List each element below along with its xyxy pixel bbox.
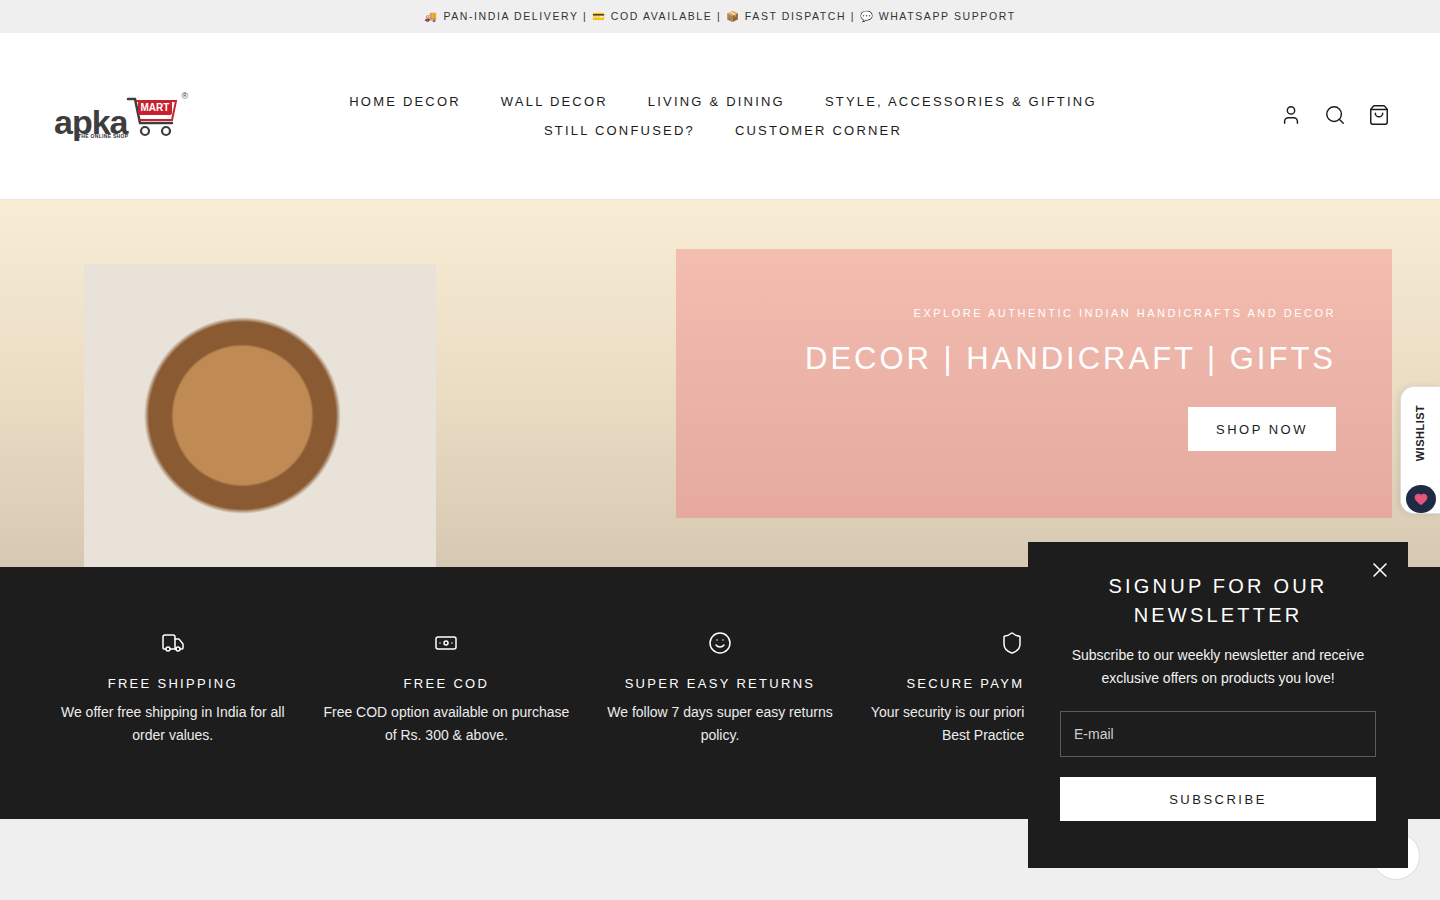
feature-line: Your security is our priori bbox=[871, 701, 1025, 724]
feature-title: SECURE PAYM bbox=[906, 676, 1024, 691]
feature-line: policy. bbox=[607, 724, 832, 747]
feature-title: FREE COD bbox=[404, 676, 490, 691]
feature-item: FREE COD Free COD option available on pur… bbox=[310, 631, 584, 819]
heart-icon bbox=[1406, 485, 1436, 513]
feature-line: order values. bbox=[61, 724, 285, 747]
page: 🚚 PAN-INDIA DELIVERY | 💳 COD AVAILABLE |… bbox=[0, 0, 1440, 900]
announcement-bar: 🚚 PAN-INDIA DELIVERY | 💳 COD AVAILABLE |… bbox=[0, 0, 1440, 33]
logo-row: apkaMART® bbox=[54, 93, 188, 139]
hero-image bbox=[84, 264, 436, 567]
bag-icon bbox=[1368, 104, 1390, 126]
wishlist-label: WISHLIST bbox=[1415, 405, 1427, 462]
nav-link[interactable]: WALL DECOR bbox=[501, 94, 608, 109]
close-button[interactable] bbox=[1368, 558, 1392, 582]
feature-line: of Rs. 300 & above. bbox=[323, 724, 569, 747]
subscribe-button[interactable]: SUBSCRIBE bbox=[1060, 777, 1376, 821]
feature-line: Best Practice bbox=[871, 724, 1025, 747]
logo-tagline: THE ONLINE SHOP bbox=[78, 133, 128, 139]
nav-link[interactable]: HOME DECOR bbox=[349, 94, 461, 109]
nav-link[interactable]: STYLE, ACCESSORIES & GIFTING bbox=[825, 94, 1097, 109]
hero-eyebrow: EXPLORE AUTHENTIC INDIAN HANDICRAFTS AND… bbox=[914, 307, 1336, 319]
feature-line: Free COD option available on purchase bbox=[323, 701, 569, 724]
wishlist-tab[interactable]: WISHLIST bbox=[1400, 386, 1440, 514]
feature-line: We follow 7 days super easy returns bbox=[607, 701, 832, 724]
feature-text: Free COD option available on purchaseof … bbox=[323, 701, 569, 747]
newsletter-popup: SIGNUP FOR OUR NEWSLETTER Subscribe to ou… bbox=[1028, 542, 1408, 868]
main-nav: HOME DECOR WALL DECOR LIVING & DINING STYLE… bbox=[274, 94, 1172, 138]
cart-logo-icon bbox=[126, 93, 182, 139]
feature-item: FREE SHIPPING We offer free shipping in I… bbox=[36, 631, 310, 819]
feature-text: Your security is our prioriBest Practice bbox=[871, 701, 1025, 747]
wishlist-label-box: WISHLIST bbox=[1414, 399, 1428, 467]
logo-badge: MART bbox=[138, 101, 173, 115]
nav-link[interactable]: LIVING & DINING bbox=[648, 94, 785, 109]
header: apkaMART®THE ONLINE SHOPHOME DECORWALL D… bbox=[0, 33, 1440, 200]
hero-title: DECOR | HANDICRAFT | GIFTS bbox=[805, 341, 1336, 377]
search-icon bbox=[1324, 104, 1346, 126]
cart-button[interactable] bbox=[1368, 104, 1392, 128]
newsletter-line: Subscribe to our weekly newsletter and r… bbox=[1072, 644, 1365, 667]
nav-link[interactable]: STILL CONFUSED? bbox=[544, 123, 695, 138]
user-icon bbox=[1280, 104, 1302, 126]
feature-line: We offer free shipping in India for all bbox=[61, 701, 285, 724]
nav-link[interactable]: CUSTOMER CORNER bbox=[735, 123, 902, 138]
header-icons bbox=[1172, 104, 1392, 128]
feature-title: SUPER EASY RETURNS bbox=[625, 676, 816, 691]
shop-now-button[interactable]: SHOP NOW bbox=[1188, 407, 1336, 451]
promo-box: EXPLORE AUTHENTIC INDIAN HANDICRAFTS AND… bbox=[676, 249, 1392, 518]
account-button[interactable] bbox=[1280, 104, 1304, 128]
feature-title: FREE SHIPPING bbox=[108, 676, 238, 691]
hero: EXPLORE AUTHENTIC INDIAN HANDICRAFTS AND… bbox=[0, 200, 1440, 567]
email-input[interactable] bbox=[1060, 711, 1376, 757]
feature-icon bbox=[434, 631, 458, 655]
feature-icon bbox=[708, 631, 732, 655]
close-icon bbox=[1368, 558, 1392, 582]
logo-cart: MART bbox=[126, 93, 182, 139]
search-button[interactable] bbox=[1324, 104, 1348, 128]
feature-text: We offer free shipping in India for allo… bbox=[61, 701, 285, 747]
logo[interactable]: apkaMART®THE ONLINE SHOP bbox=[54, 93, 274, 139]
newsletter-text: Subscribe to our weekly newsletter and r… bbox=[1072, 644, 1365, 690]
feature-icon bbox=[1000, 631, 1024, 655]
feature-text: We follow 7 days super easy returnspolic… bbox=[607, 701, 832, 747]
feature-icon bbox=[161, 631, 185, 655]
logo-mark: ® bbox=[182, 91, 189, 101]
newsletter-line: exclusive offers on products you love! bbox=[1072, 667, 1365, 690]
feature-item: SUPER EASY RETURNS We follow 7 days super… bbox=[583, 631, 857, 819]
newsletter-title: SIGNUP FOR OUR NEWSLETTER bbox=[1056, 572, 1380, 630]
